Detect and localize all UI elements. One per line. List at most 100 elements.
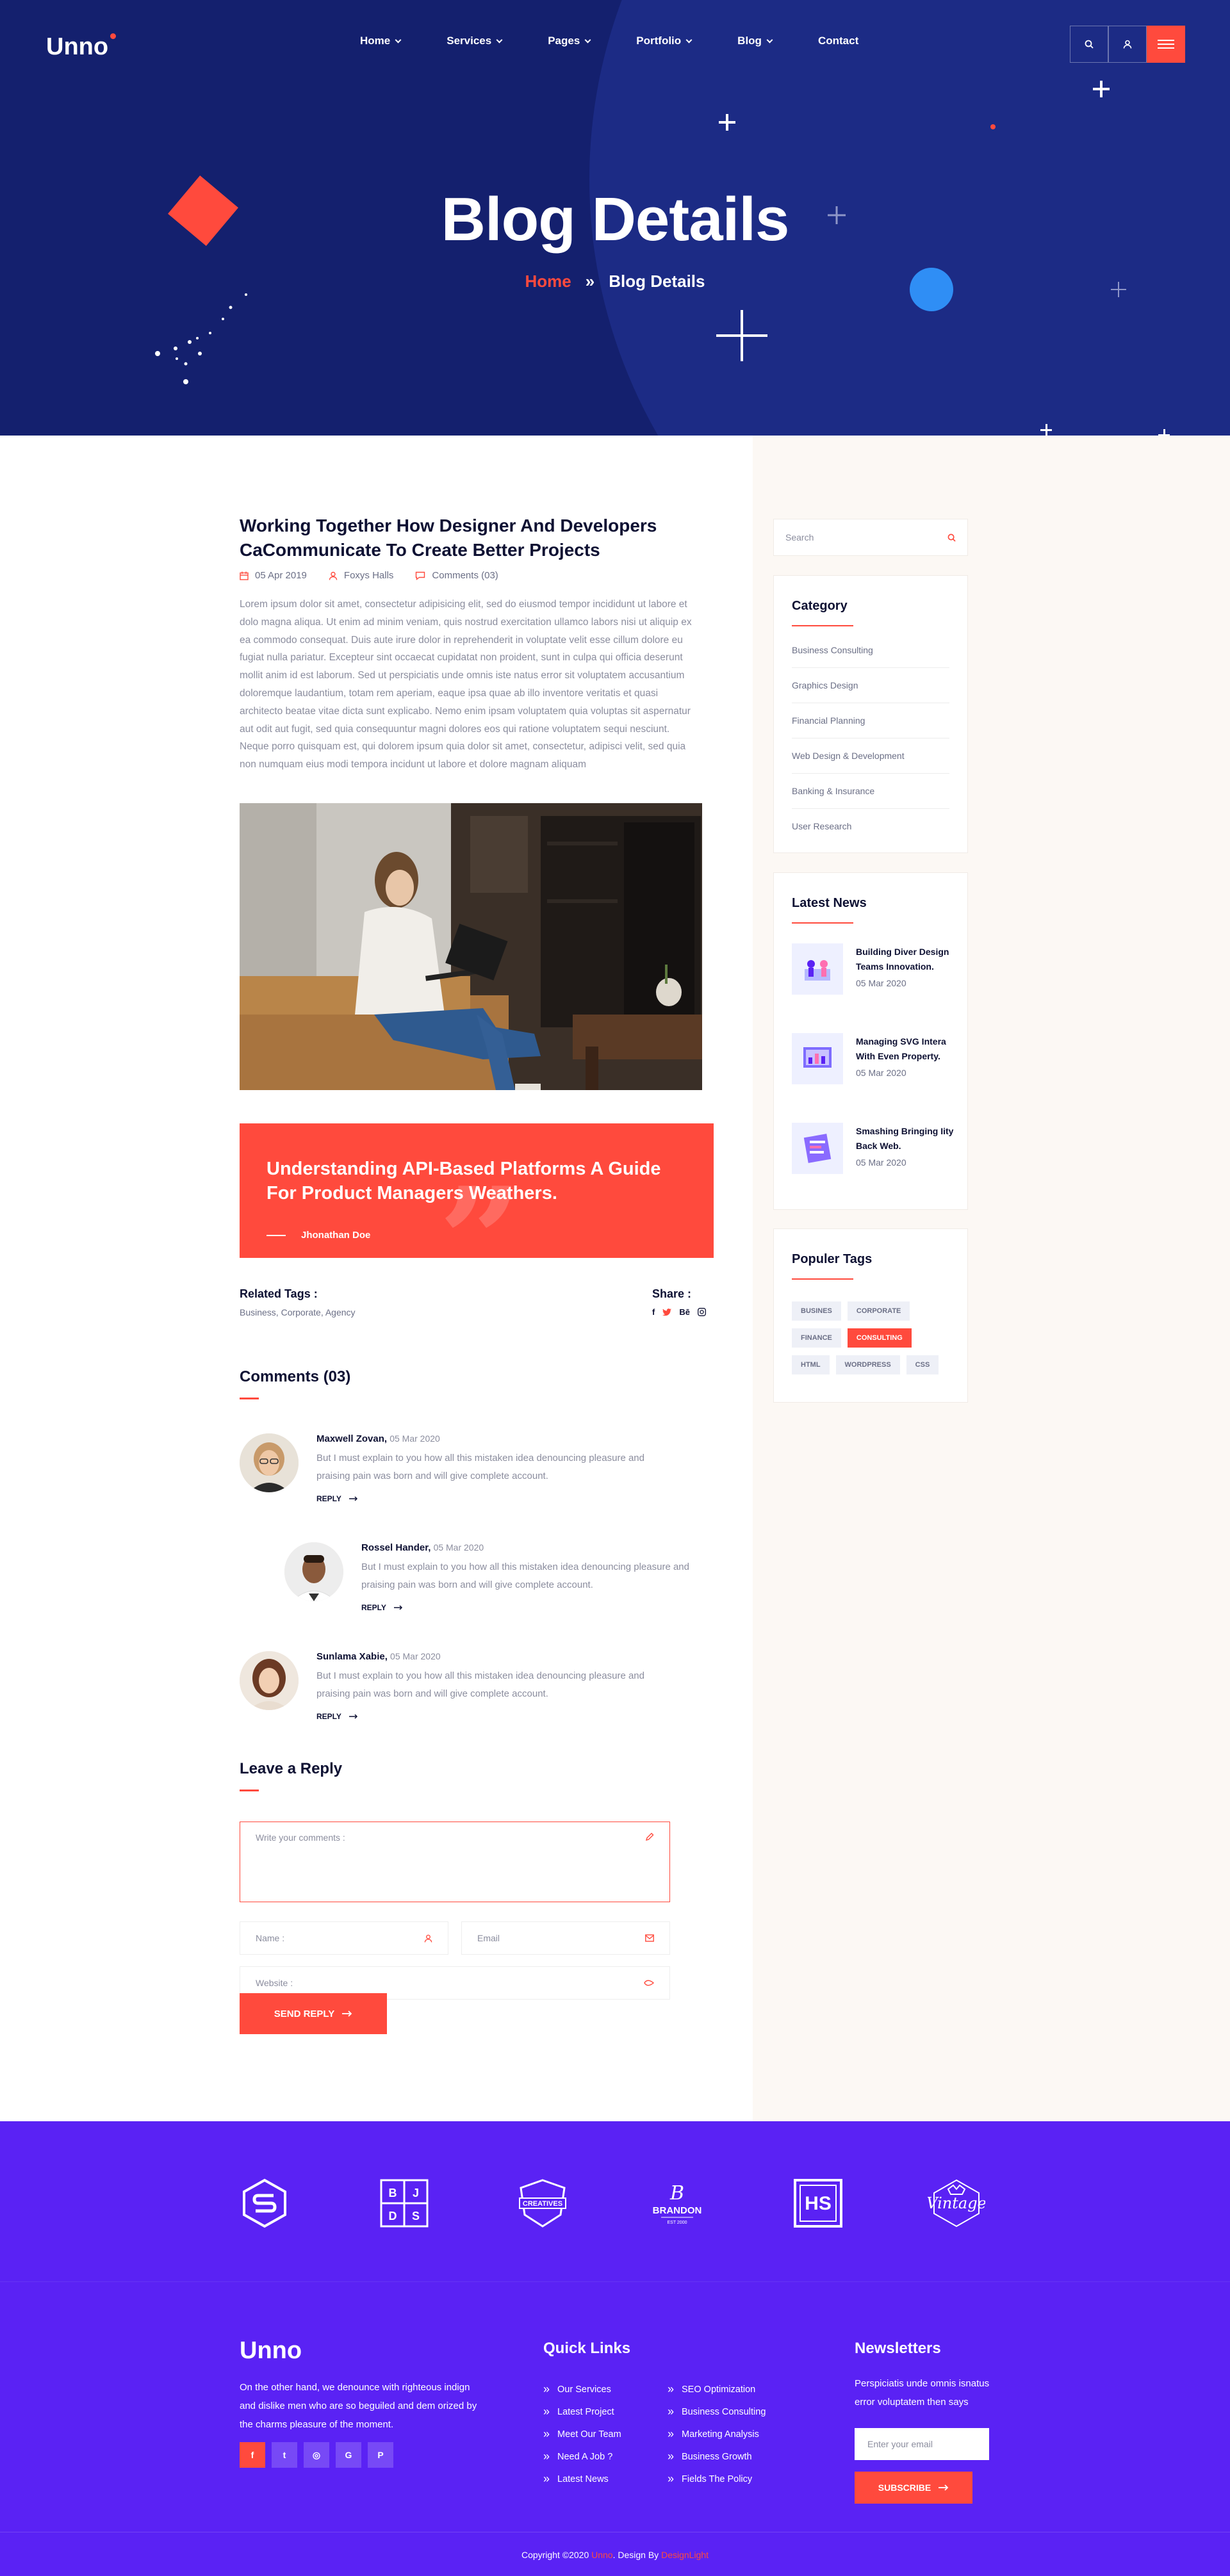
send-reply-label: SEND REPLY [274, 2008, 335, 2019]
user-icon [1123, 40, 1132, 49]
newsletter-placeholder: Enter your email [867, 2439, 933, 2449]
search-button[interactable] [1070, 26, 1108, 63]
brand-logo-brandon[interactable]: B BRANDON EST 2000 [648, 2178, 706, 2229]
avatar-woman-smiling [240, 1651, 299, 1710]
news-title[interactable]: Building Diver Design Teams Innovation. [856, 945, 958, 974]
footer-link[interactable]: Business Consulting [668, 2401, 766, 2423]
category-item[interactable]: Business Consulting [792, 633, 949, 668]
twitter-icon[interactable]: t [272, 2442, 297, 2468]
reply-label: REPLY [316, 1494, 341, 1503]
email-placeholder: Email [477, 1933, 500, 1943]
category-item[interactable]: Graphics Design [792, 668, 949, 703]
brand-logo-s[interactable] [236, 2178, 293, 2229]
news-title[interactable]: Managing SVG Intera With Even Property. [856, 1034, 958, 1064]
footer-link[interactable]: Latest Project [543, 2401, 621, 2423]
comment-author: Maxwell Zovan, 05 Mar 2020 [316, 1433, 650, 1444]
brand-logo-creatives[interactable]: CREATIVES [514, 2178, 571, 2229]
related-tags: Related Tags : Business, Corporate, Agen… [240, 1287, 356, 1317]
category-title: Category [792, 599, 848, 613]
quote-author: Jhonathan Doe [266, 1230, 370, 1241]
nav-item-pages[interactable]: Pages [548, 35, 591, 47]
share-icons: f Bē [652, 1307, 706, 1317]
tag-consulting[interactable]: CONSULTING [847, 1328, 912, 1348]
nav-item-label: Blog [737, 35, 762, 47]
avatar [240, 1433, 299, 1492]
tag-finance[interactable]: FINANCE [792, 1328, 841, 1348]
news-item[interactable]: Building Diver Design Teams Innovation. 0… [792, 943, 958, 1014]
reply-link[interactable]: REPLY [361, 1603, 694, 1612]
category-item[interactable]: Banking & Insurance [792, 774, 949, 809]
category-item[interactable]: Financial Planning [792, 703, 949, 738]
reply-link[interactable]: REPLY [316, 1712, 650, 1721]
comment-body: Maxwell Zovan, 05 Mar 2020 But I must ex… [316, 1433, 650, 1503]
brand-logo-bjds[interactable]: B J D S [375, 2178, 433, 2229]
brand-logo-vintage[interactable]: Vintage [928, 2178, 985, 2229]
news-item[interactable]: Managing SVG Intera With Even Property. 0… [792, 1033, 958, 1104]
tags-widget: Populer Tags BUSINES CORPORATE FINANCE CONS… [773, 1228, 968, 1403]
footer-link[interactable]: Our Services [543, 2378, 621, 2401]
instagram-icon[interactable]: ◎ [304, 2442, 329, 2468]
related-tags-list[interactable]: Business, Corporate, Agency [240, 1307, 356, 1317]
nav-item-home[interactable]: Home [360, 35, 402, 47]
category-item[interactable]: User Research [792, 809, 949, 844]
news-title[interactable]: Smashing Bringing Iity Back Web. [856, 1124, 958, 1153]
tag-busines[interactable]: BUSINES [792, 1301, 841, 1321]
footer-link[interactable]: Business Growth [668, 2445, 766, 2468]
footer-logo[interactable]: Unno [240, 2337, 302, 2365]
search-icon [1085, 40, 1094, 49]
category-widget: Category Business Consulting Graphics Des… [773, 575, 968, 853]
footer-link[interactable]: Latest News [543, 2468, 621, 2490]
news-item[interactable]: Smashing Bringing Iity Back Web. 05 Mar 2… [792, 1123, 958, 1193]
post-comments-count[interactable]: Comments (03) [415, 570, 498, 581]
behance-icon[interactable]: Bē [679, 1307, 690, 1317]
copyright-brand-link[interactable]: Unno [591, 2550, 612, 2560]
nav-item-services[interactable]: Services [447, 35, 503, 47]
nav-item-blog[interactable]: Blog [737, 35, 773, 47]
menu-button[interactable] [1147, 26, 1185, 63]
account-button[interactable] [1108, 26, 1147, 63]
reply-link[interactable]: REPLY [316, 1494, 650, 1503]
subscribe-button[interactable]: SUBSCRIBE [855, 2472, 972, 2504]
comment-textarea[interactable]: Write your comments : [240, 1822, 670, 1902]
newsletter-email-input[interactable]: Enter your email [855, 2428, 989, 2460]
site-logo[interactable]: Unno [46, 33, 117, 61]
arrow-right-icon [939, 2484, 949, 2491]
site-footer: Unno On the other hand, we denounce with… [0, 2281, 1230, 2576]
footer-link[interactable]: Need A Job ? [543, 2445, 621, 2468]
comment-date: 05 Mar 2020 [390, 1651, 441, 1661]
facebook-icon[interactable]: f [652, 1307, 655, 1317]
nav-item-label: Home [360, 35, 391, 47]
name-placeholder: Name : [256, 1933, 285, 1943]
instagram-icon[interactable] [698, 1308, 706, 1316]
name-field[interactable]: Name : [240, 1921, 448, 1955]
svg-text:BRANDON: BRANDON [653, 2205, 702, 2216]
email-field[interactable]: Email [461, 1921, 670, 1955]
header-tools [1070, 26, 1185, 63]
footer-link[interactable]: Meet Our Team [543, 2423, 621, 2445]
tag-css[interactable]: CSS [906, 1355, 939, 1374]
nav-item-portfolio[interactable]: Portfolio [636, 35, 693, 47]
footer-link[interactable]: SEO Optimization [668, 2378, 766, 2401]
search-icon[interactable] [947, 534, 956, 542]
facebook-icon[interactable]: f [240, 2442, 265, 2468]
category-item[interactable]: Web Design & Development [792, 738, 949, 774]
brand-logo-hs[interactable]: HS [789, 2178, 847, 2229]
send-reply-button[interactable]: SEND REPLY [240, 1993, 387, 2034]
footer-link[interactable]: Fields The Policy [668, 2468, 766, 2490]
google-icon[interactable]: G [336, 2442, 361, 2468]
news-date: 05 Mar 2020 [856, 1068, 906, 1078]
tag-html[interactable]: HTML [792, 1355, 830, 1374]
sidebar-search-input[interactable]: Search [773, 519, 968, 556]
pinterest-icon[interactable]: P [368, 2442, 393, 2468]
footer-link[interactable]: Marketing Analysis [668, 2423, 766, 2445]
post-author[interactable]: Foxys Halls [329, 570, 393, 581]
tag-corporate[interactable]: CORPORATE [847, 1301, 910, 1321]
tag-wordpress[interactable]: WORDPRESS [835, 1355, 900, 1374]
breadcrumb-home-link[interactable]: Home [525, 272, 571, 291]
designer-link[interactable]: DesignLight [661, 2550, 709, 2560]
nav-item-label: Services [447, 35, 492, 47]
twitter-icon[interactable] [662, 1308, 672, 1316]
news-thumbnail [792, 943, 843, 995]
nav-item-contact[interactable]: Contact [818, 35, 858, 47]
svg-text:EST 2000: EST 2000 [667, 2221, 687, 2225]
